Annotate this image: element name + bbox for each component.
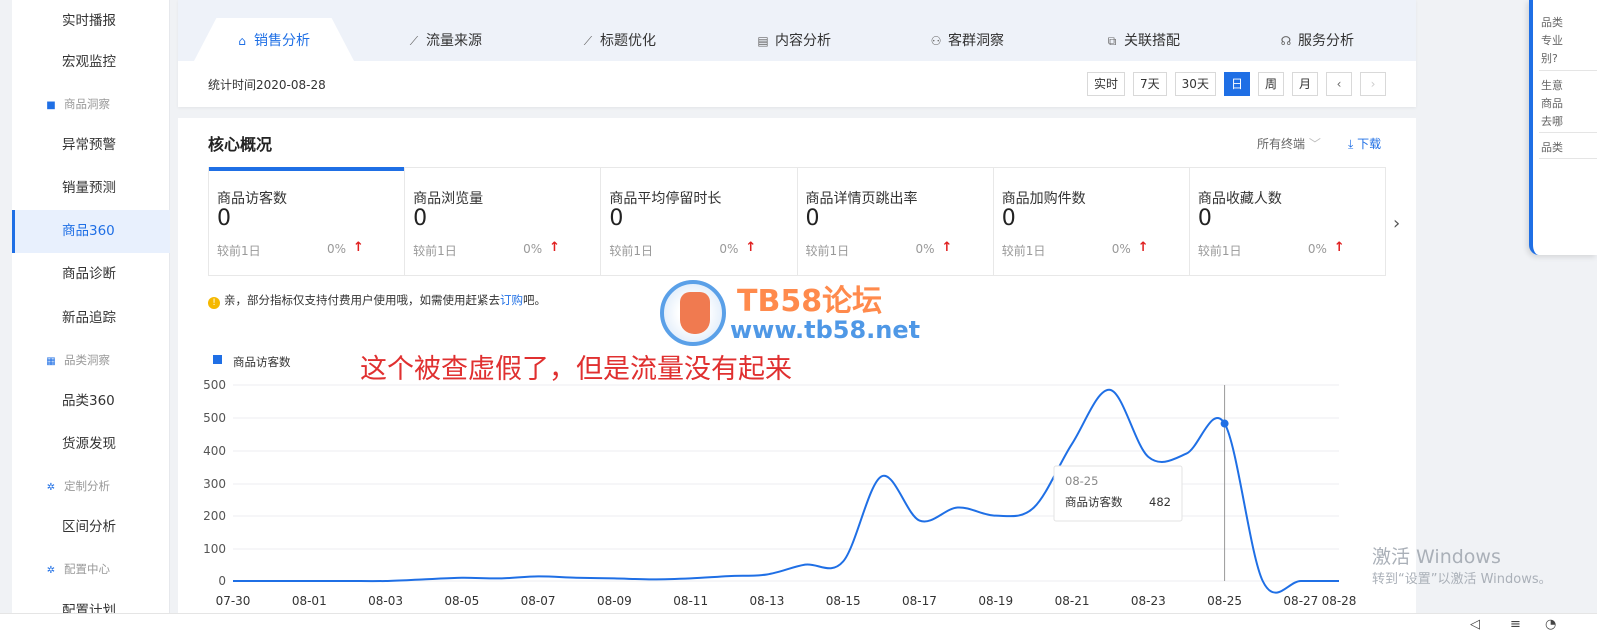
- y-tick-label: 0: [218, 574, 226, 588]
- x-tick-label: 07-30: [216, 594, 251, 608]
- x-tick-label: 08-05: [444, 594, 479, 608]
- x-tick-label: 08-25: [1207, 594, 1242, 608]
- tooltip-value: 482: [1149, 495, 1171, 509]
- tooltip-label: 商品访客数: [1065, 495, 1123, 509]
- y-tick-label: 500: [203, 378, 226, 392]
- panel-text: 品类: [1541, 16, 1563, 29]
- y-tick-label: 400: [203, 444, 226, 458]
- taskbar: ◁ ≡ ◔: [0, 613, 1597, 637]
- volume-icon[interactable]: ◁: [1470, 617, 1480, 632]
- watermark-title: TB58论坛: [737, 284, 883, 319]
- x-tick-label: 08-07: [521, 594, 556, 608]
- app-window: 实时播报 宏观监控 ■ 商品洞察 异常预警 销量预测 商品360 商品诊断 新品追踪 ▦ 品类洞察品…: [0, 0, 1597, 637]
- x-tick-label: 08-09: [597, 594, 632, 608]
- x-tick-label: 08-03: [368, 594, 403, 608]
- panel-divider: [1539, 132, 1597, 133]
- panel-text: 商品: [1541, 97, 1563, 110]
- x-tick-label: 08-19: [978, 594, 1013, 608]
- x-tick-label: 08-11: [673, 594, 708, 608]
- panel-text: 品类: [1541, 141, 1563, 154]
- data-point: [1220, 419, 1229, 428]
- wifi-icon[interactable]: ◔: [1545, 617, 1556, 632]
- panel-text: 别?: [1541, 52, 1558, 65]
- x-tick-label: 08-27: [1283, 594, 1318, 608]
- panel-text: 专业: [1541, 34, 1563, 47]
- x-tick-label: 08-15: [826, 594, 861, 608]
- panel-divider: [1539, 158, 1597, 159]
- watermark-url: www.tb58.net: [730, 316, 921, 344]
- panel-divider: [1539, 70, 1597, 71]
- legend-label: 商品访客数: [233, 355, 291, 369]
- watermark-logo: [660, 280, 726, 346]
- y-tick-label: 100: [203, 542, 226, 556]
- panel-text: 去哪: [1541, 115, 1563, 128]
- annotation-text: 这个被查虚假了，但是流量没有起来: [360, 354, 792, 385]
- menu-icon[interactable]: ≡: [1510, 617, 1521, 632]
- windows-activation-hint: 转到“设置”以激活 Windows。: [1372, 572, 1552, 587]
- x-tick-label: 08-13: [749, 594, 784, 608]
- x-tick-label: 08-21: [1055, 594, 1090, 608]
- y-tick-label: 200: [203, 509, 226, 523]
- x-tick-label: 08-01: [292, 594, 327, 608]
- panel-text: 生意: [1541, 79, 1563, 92]
- windows-activation-title: 激活 Windows: [1372, 546, 1501, 568]
- hand-icon: [680, 292, 710, 334]
- x-tick-label: 08-23: [1131, 594, 1166, 608]
- x-tick-label: 08-28: [1322, 594, 1357, 608]
- legend-swatch: [213, 355, 222, 364]
- y-tick-label: 500: [203, 411, 226, 425]
- y-tick-label: 300: [203, 477, 226, 491]
- right-floating-panel[interactable]: 品类 专业 别? 生意 商品 去哪 品类: [1529, 0, 1597, 255]
- x-tick-label: 08-17: [902, 594, 937, 608]
- tooltip-date: 08-25: [1065, 474, 1098, 488]
